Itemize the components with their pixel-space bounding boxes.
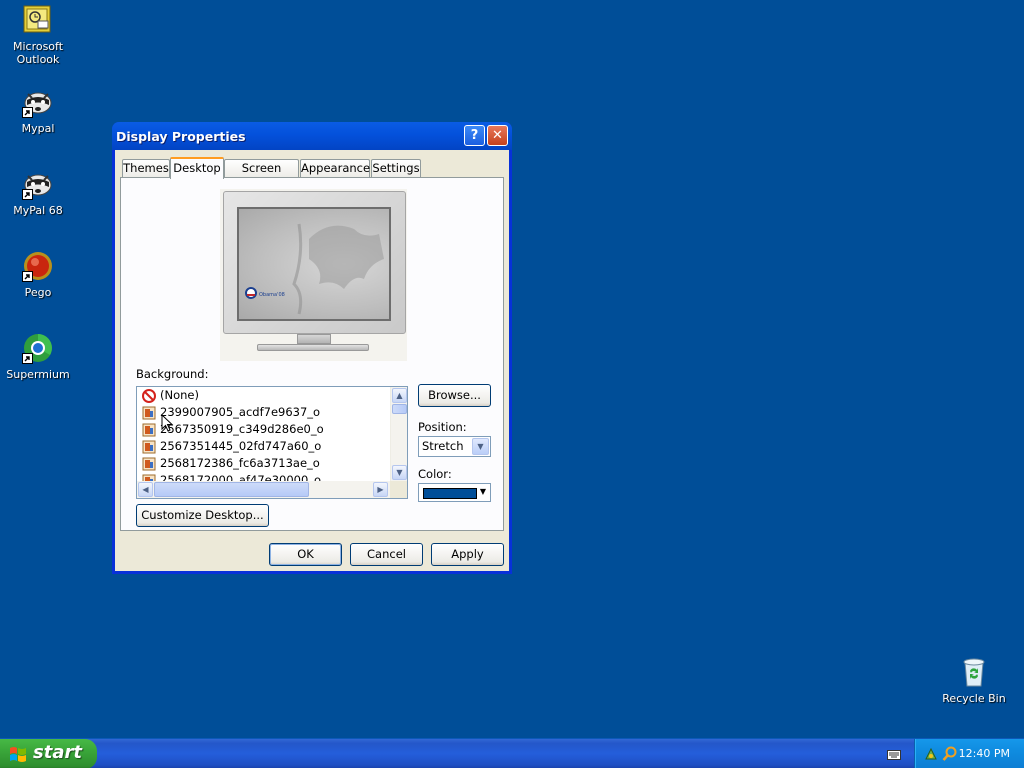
desktop-icon-label: Mypal — [21, 122, 55, 135]
scroll-left-button[interactable]: ◀ — [138, 482, 153, 497]
scroll-down-button[interactable]: ▼ — [392, 465, 407, 480]
list-item-label: 2568172386_fc6a3713ae_o — [160, 456, 320, 470]
color-picker-button[interactable]: ▼ — [418, 483, 491, 502]
keyboard-icon[interactable] — [887, 749, 901, 761]
network-icon[interactable] — [923, 746, 939, 762]
tab-settings[interactable]: Settings — [371, 159, 421, 178]
browse-button[interactable]: Browse... — [418, 384, 491, 407]
image-file-icon — [142, 423, 156, 437]
start-label: start — [33, 742, 82, 763]
wallpaper-preview: Obama'08 — [237, 207, 391, 321]
background-list-items: (None) 2399007905_acdf7e9637_o 256735091… — [137, 387, 390, 482]
customize-desktop-button[interactable]: Customize Desktop... — [136, 504, 269, 527]
shortcut-arrow-icon — [22, 271, 33, 282]
desktop-icon-label: MyPal 68 — [13, 204, 63, 217]
monitor-neck — [297, 334, 331, 344]
desktop-icon-label: Microsoft Outlook — [12, 40, 64, 66]
monitor-preview: Obama'08 — [220, 189, 407, 361]
list-item-label: 2567351445_02fd747a60_o — [160, 439, 322, 453]
dialog-client-area: Themes Desktop Screen Saver Appearance S… — [115, 150, 509, 571]
horizontal-scroll-thumb[interactable] — [154, 482, 309, 497]
desktop-icon-label: Supermium — [6, 368, 70, 381]
scrollbar-corner — [390, 481, 407, 498]
desktop-icon-recycle-bin[interactable]: Recycle Bin — [936, 656, 1012, 705]
display-properties-window: Display Properties ? ✕ Themes Desktop Sc… — [112, 122, 512, 574]
scroll-right-button[interactable]: ▶ — [373, 482, 388, 497]
background-label: Background: — [136, 367, 209, 381]
tab-screen-saver[interactable]: Screen Saver — [224, 159, 299, 192]
pego-icon — [22, 250, 54, 282]
title-bar[interactable]: Display Properties ? ✕ — [112, 122, 512, 150]
color-label: Color: — [418, 467, 452, 481]
color-swatch — [423, 488, 477, 499]
background-listbox[interactable]: (None) 2399007905_acdf7e9637_o 256735091… — [136, 386, 408, 499]
scroll-up-button[interactable]: ▲ — [392, 388, 407, 403]
wallpaper-image: Obama'08 — [245, 223, 384, 315]
position-select[interactable]: Stretch ▼ — [418, 436, 491, 457]
monitor-base — [257, 344, 369, 351]
tab-desktop[interactable]: Desktop — [170, 157, 224, 179]
desktop-icon-supermium[interactable]: Supermium — [0, 332, 76, 381]
shortcut-arrow-icon — [22, 353, 33, 364]
close-button[interactable]: ✕ — [487, 125, 508, 146]
window-title: Display Properties — [116, 129, 246, 144]
image-file-icon — [142, 440, 156, 454]
help-button[interactable]: ? — [464, 125, 485, 146]
raccoon-icon — [22, 86, 54, 118]
list-item[interactable]: 2568172386_fc6a3713ae_o — [137, 455, 390, 472]
preview-caption: Obama'08 — [259, 292, 285, 298]
vertical-scrollbar[interactable]: ▲ ▼ — [390, 387, 407, 482]
vertical-scroll-thumb[interactable] — [392, 404, 407, 414]
taskbar: start 12:40 PM — [0, 738, 1024, 768]
windows-flag-icon — [10, 747, 26, 762]
outlook-icon — [22, 4, 54, 36]
desktop-icon-mypal[interactable]: Mypal — [0, 86, 76, 135]
start-button[interactable]: start — [0, 739, 97, 768]
list-item[interactable]: 2567351445_02fd747a60_o — [137, 438, 390, 455]
position-label: Position: — [418, 420, 467, 434]
mouse-cursor-icon — [161, 414, 173, 432]
desktop-icon-label: Recycle Bin — [942, 692, 1006, 705]
chevron-down-icon[interactable]: ▼ — [472, 438, 489, 455]
tab-appearance[interactable]: Appearance — [300, 159, 370, 178]
none-icon — [142, 389, 156, 403]
monitor-frame: Obama'08 — [223, 191, 406, 334]
shortcut-arrow-icon — [22, 107, 33, 118]
image-file-icon — [142, 406, 156, 420]
desktop-icon-pego[interactable]: Pego — [0, 250, 76, 299]
desktop-icon-label: Pego — [24, 286, 52, 299]
list-item-label: 2399007905_acdf7e9637_o — [160, 405, 321, 419]
recycle-bin-icon — [958, 656, 990, 688]
tab-themes[interactable]: Themes — [122, 159, 170, 178]
supermium-icon — [22, 332, 54, 364]
raccoon-icon — [22, 168, 54, 200]
list-item-label: (None) — [160, 388, 199, 402]
apply-button[interactable]: Apply — [431, 543, 504, 566]
horizontal-scrollbar[interactable]: ◀ ▶ — [137, 481, 390, 498]
list-item-label: 2567350919_c349d286e0_o — [160, 422, 324, 436]
image-file-icon — [142, 457, 156, 471]
ok-button[interactable]: OK — [269, 543, 342, 566]
list-item[interactable]: 2567350919_c349d286e0_o — [137, 421, 390, 438]
cancel-button[interactable]: Cancel — [350, 543, 423, 566]
desktop-icon-mypal68[interactable]: MyPal 68 — [0, 168, 76, 217]
position-value: Stretch — [422, 439, 464, 453]
desktop-icon-outlook[interactable]: Microsoft Outlook — [0, 4, 76, 66]
clock[interactable]: 12:40 PM — [959, 747, 1010, 760]
chevron-down-icon[interactable]: ▼ — [477, 485, 489, 500]
desktop-tab-panel: Obama'08 Background: (None) 2399007905_a… — [120, 177, 504, 531]
search-icon[interactable] — [942, 746, 958, 762]
shortcut-arrow-icon — [22, 189, 33, 200]
list-item[interactable]: 2399007905_acdf7e9637_o — [137, 404, 390, 421]
list-item-none[interactable]: (None) — [137, 387, 390, 404]
system-tray: 12:40 PM — [914, 739, 1024, 768]
